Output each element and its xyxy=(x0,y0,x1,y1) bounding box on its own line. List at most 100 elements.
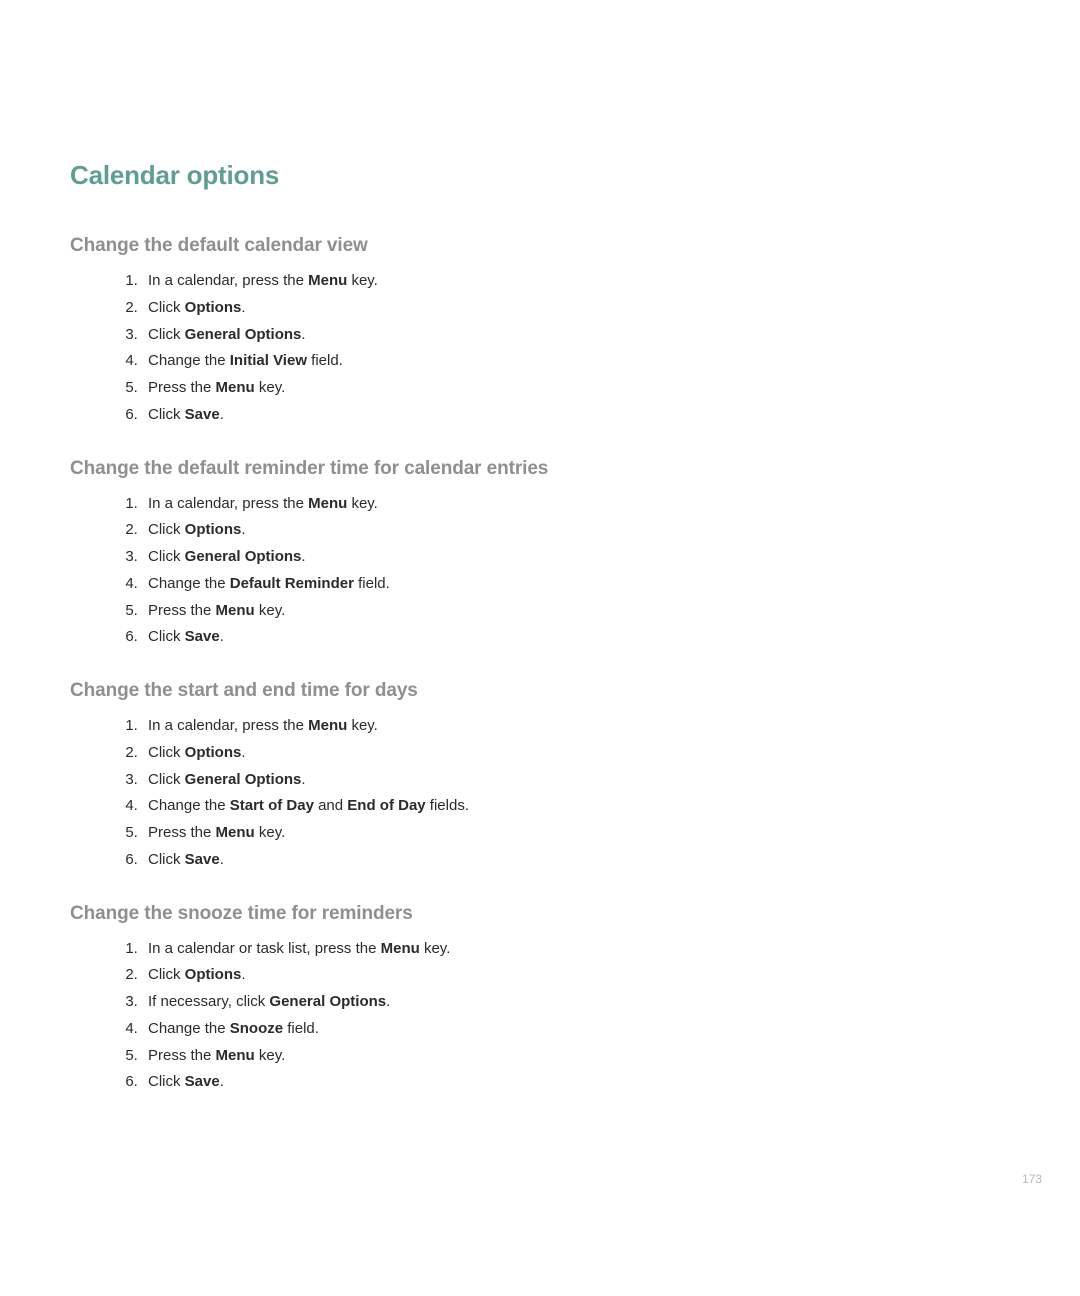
step-text: Press the xyxy=(148,1047,216,1064)
step-text: Change the xyxy=(148,797,230,814)
step-bold: Menu xyxy=(308,717,347,734)
step-list: In a calendar, press the Menu key. Click… xyxy=(70,269,1010,428)
step-text: Click xyxy=(148,744,185,761)
step-text: . xyxy=(241,744,245,761)
section-snooze-time: Change the snooze time for reminders In … xyxy=(70,903,1010,1096)
step-bold: Start of Day xyxy=(230,797,314,814)
list-item: Change the Default Reminder field. xyxy=(142,572,1010,597)
step-text: If necessary, click xyxy=(148,993,269,1010)
list-item: Click Options. xyxy=(142,296,1010,321)
step-text: fields. xyxy=(426,797,469,814)
step-text: Click xyxy=(148,406,185,423)
page-title: Calendar options xyxy=(70,160,1010,191)
list-item: Change the Initial View field. xyxy=(142,349,1010,374)
step-text: . xyxy=(241,966,245,983)
step-text: key. xyxy=(255,379,286,396)
step-bold: Menu xyxy=(216,602,255,619)
step-text: Click xyxy=(148,326,185,343)
step-text: In a calendar, press the xyxy=(148,717,308,734)
step-bold: Initial View xyxy=(230,352,307,369)
step-text: field. xyxy=(307,352,343,369)
step-bold: End of Day xyxy=(347,797,425,814)
list-item: Change the Start of Day and End of Day f… xyxy=(142,794,1010,819)
step-bold: Options xyxy=(185,521,242,538)
step-text: . xyxy=(220,406,224,423)
list-item: Press the Menu key. xyxy=(142,376,1010,401)
list-item: Click General Options. xyxy=(142,545,1010,570)
step-bold: Save xyxy=(185,628,220,645)
step-text: Press the xyxy=(148,602,216,619)
step-bold: Menu xyxy=(216,1047,255,1064)
step-bold: Default Reminder xyxy=(230,575,354,592)
document-page: Calendar options Change the default cale… xyxy=(0,0,1080,1296)
list-item: In a calendar, press the Menu key. xyxy=(142,714,1010,739)
list-item: Click Options. xyxy=(142,963,1010,988)
list-item: Click Save. xyxy=(142,403,1010,428)
section-heading: Change the start and end time for days xyxy=(70,680,1010,702)
step-text: . xyxy=(241,521,245,538)
step-text: In a calendar or task list, press the xyxy=(148,940,381,957)
step-text: . xyxy=(386,993,390,1010)
step-list: In a calendar, press the Menu key. Click… xyxy=(70,714,1010,873)
step-bold: Snooze xyxy=(230,1020,283,1037)
step-text: . xyxy=(241,299,245,316)
list-item: If necessary, click General Options. xyxy=(142,990,1010,1015)
section-default-view: Change the default calendar view In a ca… xyxy=(70,235,1010,428)
step-bold: Options xyxy=(185,299,242,316)
step-text: Press the xyxy=(148,379,216,396)
list-item: Click General Options. xyxy=(142,323,1010,348)
step-text: key. xyxy=(255,1047,286,1064)
page-number: 173 xyxy=(1022,1172,1042,1186)
step-text: Change the xyxy=(148,575,230,592)
step-text: In a calendar, press the xyxy=(148,272,308,289)
section-heading: Change the snooze time for reminders xyxy=(70,903,1010,925)
step-text: key. xyxy=(420,940,451,957)
step-text: and xyxy=(314,797,347,814)
step-bold: Menu xyxy=(308,272,347,289)
step-text: key. xyxy=(347,272,378,289)
step-list: In a calendar or task list, press the Me… xyxy=(70,937,1010,1096)
list-item: Press the Menu key. xyxy=(142,821,1010,846)
step-bold: General Options xyxy=(269,993,386,1010)
step-text: . xyxy=(220,1073,224,1090)
step-bold: Save xyxy=(185,1073,220,1090)
step-bold: Options xyxy=(185,966,242,983)
list-item: Click General Options. xyxy=(142,768,1010,793)
step-text: field. xyxy=(354,575,390,592)
step-text: key. xyxy=(255,602,286,619)
step-list: In a calendar, press the Menu key. Click… xyxy=(70,492,1010,651)
step-bold: Menu xyxy=(381,940,420,957)
step-text: Click xyxy=(148,299,185,316)
step-text: key. xyxy=(255,824,286,841)
list-item: Click Save. xyxy=(142,848,1010,873)
step-bold: General Options xyxy=(185,548,302,565)
step-text: Click xyxy=(148,771,185,788)
step-text: Change the xyxy=(148,352,230,369)
list-item: In a calendar, press the Menu key. xyxy=(142,269,1010,294)
step-text: Click xyxy=(148,851,185,868)
step-text: . xyxy=(301,771,305,788)
section-default-reminder: Change the default reminder time for cal… xyxy=(70,458,1010,651)
list-item: In a calendar or task list, press the Me… xyxy=(142,937,1010,962)
list-item: Click Options. xyxy=(142,518,1010,543)
step-bold: Save xyxy=(185,851,220,868)
step-text: Click xyxy=(148,1073,185,1090)
step-bold: Menu xyxy=(216,379,255,396)
list-item: Click Save. xyxy=(142,625,1010,650)
list-item: Press the Menu key. xyxy=(142,599,1010,624)
step-text: Click xyxy=(148,548,185,565)
list-item: Click Save. xyxy=(142,1070,1010,1095)
step-bold: Menu xyxy=(216,824,255,841)
step-text: Click xyxy=(148,521,185,538)
section-heading: Change the default reminder time for cal… xyxy=(70,458,1010,480)
list-item: Click Options. xyxy=(142,741,1010,766)
list-item: In a calendar, press the Menu key. xyxy=(142,492,1010,517)
step-bold: Save xyxy=(185,406,220,423)
step-bold: Menu xyxy=(308,495,347,512)
step-text: key. xyxy=(347,717,378,734)
step-text: field. xyxy=(283,1020,319,1037)
step-text: key. xyxy=(347,495,378,512)
step-text: . xyxy=(301,326,305,343)
step-text: . xyxy=(301,548,305,565)
step-text: In a calendar, press the xyxy=(148,495,308,512)
